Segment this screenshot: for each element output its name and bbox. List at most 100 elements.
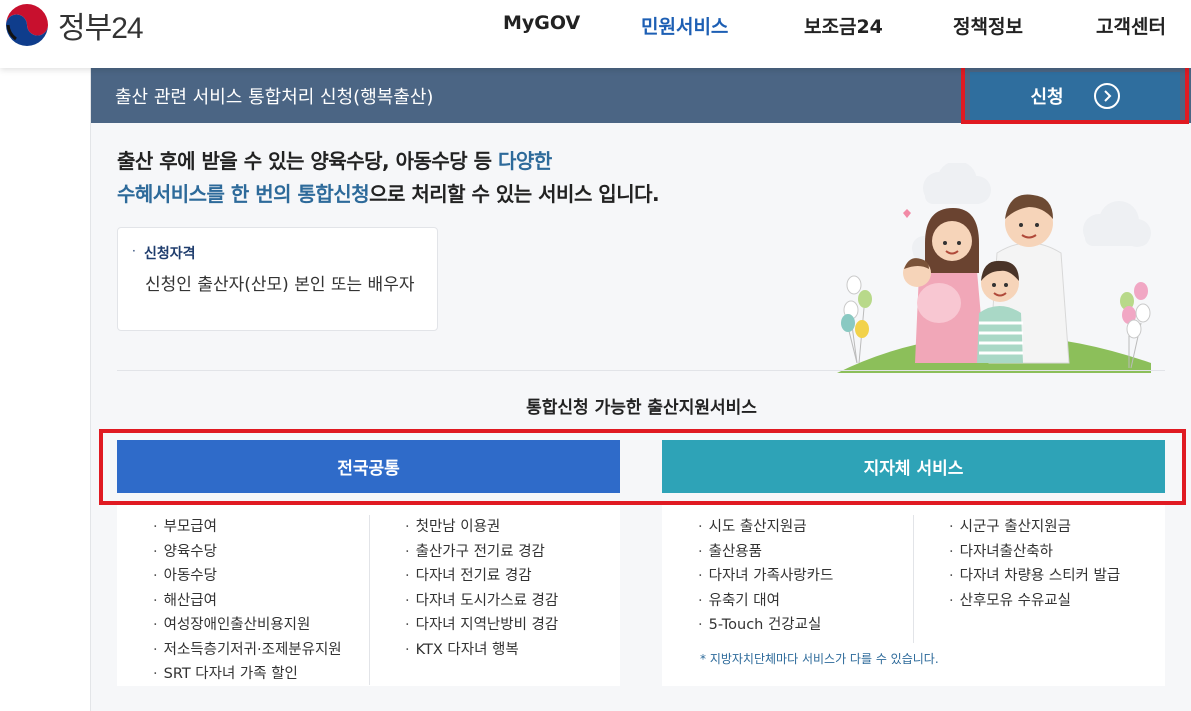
bullet-dot: · [949,543,954,560]
service-list-item: · 첫만남 이용권 [405,515,558,540]
service-list-item: · 시군구 출산지원금 [949,515,1120,540]
bullet-dot: · [698,543,703,560]
service-name: 출산용품 [708,543,762,560]
bullet-dot: · [405,568,410,584]
service-list-item: · 다자녀 차량용 스티커 발급 [949,564,1120,589]
service-name: 산후모유 수유교실 [959,592,1071,609]
service-name: 다자녀 차량용 스티커 발급 [959,568,1121,584]
service-panel: 출산 관련 서비스 통합처리 신청(행복출산) 신청 출산 후에 받을 수 있는… [90,62,1191,711]
bullet-dot: · [153,568,158,584]
service-list-item: · 다자녀 가족사랑카드 [698,564,833,589]
service-name: 다자녀출산축하 [959,543,1053,560]
service-list-item: · KTX 다자녀 행복 [405,638,558,663]
eligibility-box: · 신청자격 신청인 출산자(산모) 본인 또는 배우자 [117,227,438,331]
service-list-item: · 다자녀 지역난방비 경감 [405,613,558,638]
cloud-left [923,163,991,204]
bullet-dot: · [153,519,158,535]
cloud-right [1083,201,1151,247]
eligibility-bullet: · [132,244,136,258]
service-name: 해산급여 [163,592,217,609]
local-services-list: · 시도 출산지원금 · 출산용품 · 다자녀 가족사랑카드 · 유축기 대여 · 5-Touch… [662,505,1165,686]
chevron-right-icon [1093,83,1120,109]
service-list-item: · SRT 다자녀 가족 할인 [153,662,342,687]
service-name: 부모급여 [163,519,217,535]
intro-text-1: 출산 후에 받을 수 있는 양육수당, 아동수당 등 [117,149,499,173]
section-divider [117,370,1165,371]
service-list-item: · 다자녀 전기료 경감 [405,564,558,589]
service-name: 다자녀 전기료 경감 [415,568,532,584]
service-list-item: · 출산용품 [698,540,833,565]
site-header: 정부24 MyGOV 민원서비스 보조금24 정책정보 고객센터 [0,0,1191,68]
service-name: 다자녀 도시가스료 경감 [415,592,559,609]
main-nav: MyGOV 민원서비스 보조금24 정책정보 고객센터 [0,12,1191,42]
service-name: 다자녀 지역난방비 경감 [415,617,559,633]
bullet-dot: · [153,641,158,658]
bullet-dot: · [405,641,410,658]
service-list-item: · 시도 출산지원금 [698,515,833,540]
bullet-dot: · [698,617,703,633]
service-list-item: · 아동수당 [153,564,342,589]
family-illustration [837,163,1151,373]
service-name: 여성장애인출산비용지원 [163,617,311,633]
bullet-dot: · [405,519,410,535]
intro-highlight-2: 수혜서비스를 한 번의 통합신청 [117,182,370,206]
local-col-2: · 시군구 출산지원금 · 다자녀출산축하 · 다자녀 차량용 스티커 발급 · 산후모유 수… [949,515,1120,613]
child-figure [977,260,1023,363]
service-list-item: · 다자녀출산축하 [949,540,1120,565]
service-name: 다자녀 가족사랑카드 [708,568,834,584]
bullet-dot: · [698,592,703,609]
bullet-dot: · [698,568,703,584]
service-list-item: · 부모급여 [153,515,342,540]
bullet-dot: · [949,568,954,584]
intro-text-2: 으로 처리할 수 있는 서비스 입니다. [369,182,660,206]
tab-local-government[interactable]: 지자체 서비스 [662,440,1165,493]
service-intro: 출산 후에 받을 수 있는 양육수당, 아동수당 등 다양한 수혜서비스를 한 … [117,145,660,211]
service-list-item: · 출산가구 전기료 경감 [405,540,558,565]
service-list-item: · 여성장애인출산비용지원 [153,613,342,638]
service-name: 첫만남 이용권 [415,519,501,535]
balloons-left [841,275,872,364]
service-name: 출산가구 전기료 경감 [415,543,545,560]
nav-policy-info[interactable]: 정책정보 [953,12,1023,39]
bullet-dot: · [153,592,158,609]
bullet-dot: · [153,617,158,633]
service-name: SRT 다자녀 가족 할인 [163,666,298,682]
apply-button-label: 신청 [1030,87,1064,108]
service-list-item: · 다자녀 도시가스료 경감 [405,589,558,614]
service-list-item: · 해산급여 [153,589,342,614]
service-name: KTX 다자녀 행복 [415,641,519,658]
local-col-1: · 시도 출산지원금 · 출산용품 · 다자녀 가족사랑카드 · 유축기 대여 · 5-Touch… [698,515,833,638]
column-divider [369,515,370,685]
tab-national-common[interactable]: 전국공통 [117,440,620,493]
bullet-dot: · [153,666,158,682]
service-list-item: · 유축기 대여 [698,589,833,614]
eligibility-title: 신청자격 [144,246,196,262]
service-name: 유축기 대여 [708,592,780,609]
service-name: 저소득층기저귀·조제분유지원 [163,641,342,658]
service-name: 5-Touch 건강교실 [708,617,822,633]
service-list-item: · 양육수당 [153,540,342,565]
column-divider [913,515,914,643]
bullet-dot: · [949,519,954,535]
service-title: 출산 관련 서비스 통합처리 신청(행복출산) [115,87,434,108]
nav-subsidy24[interactable]: 보조금24 [804,12,883,39]
local-services-note: * 지방자치단체마다 서비스가 다를 수 있습니다. [700,652,939,666]
nav-customer-center[interactable]: 고객센터 [1096,12,1166,39]
national-services-list: · 부모급여 · 양육수당 · 아동수당 · 해산급여 · 여성장애인출산비용지원 · 저소득층기저귀… [117,505,620,686]
eligibility-text: 신청인 출산자(산모) 본인 또는 배우자 [145,275,415,295]
service-list-item: · 5-Touch 건강교실 [698,613,833,638]
bullet-dot: · [405,543,410,560]
service-name: 시군구 출산지원금 [959,519,1071,535]
apply-button[interactable]: 신청 [970,72,1180,120]
nav-civil-service[interactable]: 민원서비스 [641,12,728,39]
intro-highlight-1: 다양한 [498,149,552,173]
support-services-title: 통합신청 가능한 출산지원서비스 [526,398,757,418]
service-list-item: · 저소득층기저귀·조제분유지원 [153,638,342,663]
national-col-1: · 부모급여 · 양육수당 · 아동수당 · 해산급여 · 여성장애인출산비용지원 · 저소득층기저귀… [153,515,342,687]
service-name: 양육수당 [163,543,217,560]
bullet-dot: · [949,592,954,609]
service-list-item: · 산후모유 수유교실 [949,589,1120,614]
nav-mygov[interactable]: MyGOV [503,12,580,34]
bullet-dot: · [153,543,158,560]
bullet-dot: · [698,519,703,535]
